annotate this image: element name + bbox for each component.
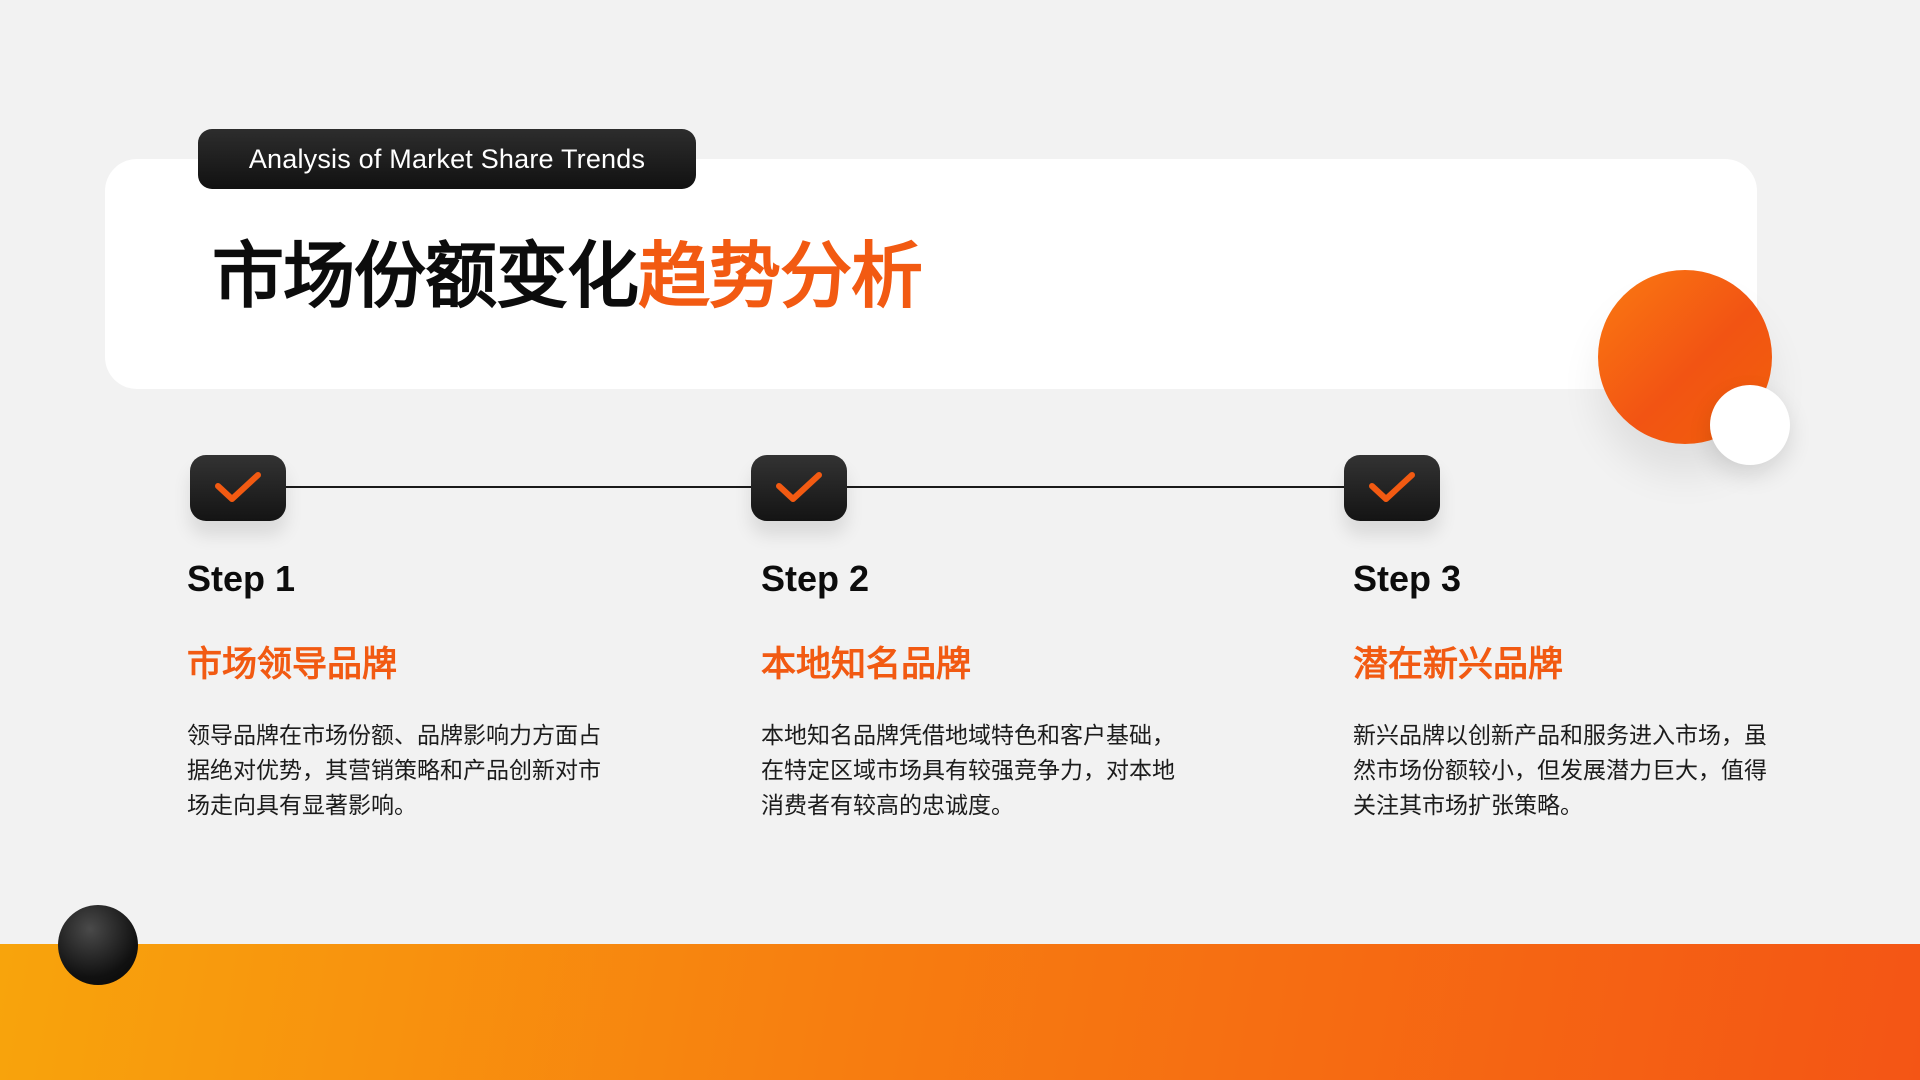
step-heading: 潜在新兴品牌 <box>1353 645 1564 685</box>
step-description: 本地知名品牌凭借地域特色和客户基础，在特定区域市场具有较强竞争力，对本地消费者有… <box>761 723 1175 819</box>
step-3: Step 3 潜在新兴品牌 新兴品牌以创新产品和服务进入市场，虽然市场份额较小，… <box>1353 555 1773 819</box>
white-decor-circle <box>1710 385 1790 465</box>
black-decor-circle <box>58 905 138 985</box>
title-accent-part: 趋势分析 <box>638 234 923 318</box>
check-icon <box>215 472 261 502</box>
step-description: 领导品牌在市场份额、品牌影响力方面占据绝对优势，其营销策略和产品创新对市场走向具… <box>187 723 601 819</box>
step-label: Step 2 <box>761 558 870 599</box>
check-icon <box>1369 472 1415 502</box>
step-1-check-badge <box>190 455 286 521</box>
step-label: Step 3 <box>1353 558 1462 599</box>
step-1: Step 1 市场领导品牌 领导品牌在市场份额、品牌影响力方面占据绝对优势，其营… <box>187 555 607 819</box>
title-dark-part: 市场份额变化 <box>212 234 639 318</box>
page-title: 市场份额变化趋势分析 <box>212 240 923 312</box>
step-heading: 市场领导品牌 <box>187 645 398 685</box>
step-3-check-badge <box>1344 455 1440 521</box>
step-description: 新兴品牌以创新产品和服务进入市场，虽然市场份额较小，但发展潜力巨大，值得关注其市… <box>1353 723 1767 819</box>
step-heading: 本地知名品牌 <box>761 645 972 685</box>
step-2-check-badge <box>751 455 847 521</box>
step-label: Step 1 <box>187 558 296 599</box>
check-icon <box>776 472 822 502</box>
subtitle-text: Analysis of Market Share Trends <box>248 143 646 174</box>
bottom-gradient-band <box>0 944 1920 1080</box>
step-2: Step 2 本地知名品牌 本地知名品牌凭借地域特色和客户基础，在特定区域市场具… <box>761 555 1181 819</box>
subtitle-pill: Analysis of Market Share Trends <box>198 129 696 189</box>
slide: Analysis of Market Share Trends 市场份额变化趋势… <box>0 0 1920 1080</box>
